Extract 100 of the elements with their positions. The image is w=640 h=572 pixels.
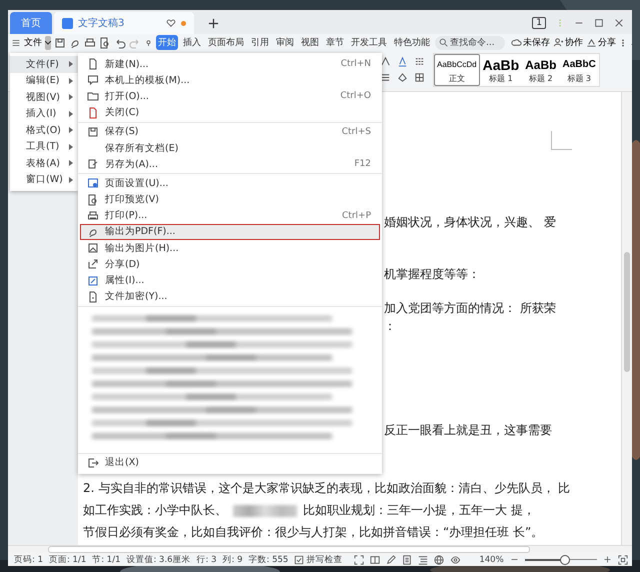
menu-item[interactable]: 属性(I)... (80, 272, 380, 289)
save-as-icon (87, 158, 99, 170)
scrollbar-thumb[interactable] (624, 252, 630, 372)
fit-window-icon[interactable] (618, 554, 628, 564)
plus-icon (208, 18, 219, 28)
tab[interactable]: 文字文稿3 (54, 12, 194, 34)
menu-item[interactable]: 页面设置(U)... (80, 175, 380, 192)
status-field: 页面: 1/1 (48, 554, 86, 566)
menu-item[interactable]: 工具(T) (10, 138, 78, 155)
maximize-icon[interactable] (594, 18, 604, 28)
font-color-icon[interactable] (397, 56, 408, 67)
line-spacing-icon[interactable] (414, 56, 425, 67)
properties-icon (87, 274, 99, 287)
style-preset[interactable]: AaBb 标题 1 (480, 54, 522, 86)
tab[interactable]: 首页 (10, 12, 52, 34)
ribbon-tab[interactable]: 引用 (249, 35, 271, 50)
menu-item[interactable]: 输出为图片(H)... (80, 240, 380, 256)
menu-item[interactable]: 新建(N)... Ctrl+N (80, 56, 380, 72)
document-icon (62, 18, 73, 28)
paragraph-line: 婚姻状况，身体状况，兴趣、 爱 (384, 214, 556, 231)
submenu-arrow-icon (69, 78, 73, 84)
speech-bubble-icon (87, 74, 99, 86)
pin-icon[interactable] (144, 38, 153, 48)
slider-thumb[interactable] (560, 554, 570, 564)
file-lock-icon (87, 290, 99, 303)
window-count-badge[interactable]: 1 (532, 17, 546, 29)
heart-icon[interactable] (166, 18, 176, 28)
save-icon[interactable] (54, 36, 66, 48)
printer-icon (87, 210, 99, 222)
close-icon[interactable] (614, 18, 624, 28)
ribbon-tab[interactable]: 审阅 (274, 35, 296, 50)
menu-item[interactable]: 关闭(C) (80, 104, 380, 121)
fullscreen-icon[interactable] (354, 554, 364, 564)
style-preset[interactable]: AaBb 标题 2 (522, 54, 560, 86)
style-preset[interactable]: AaBbC 标题 3 (559, 54, 599, 86)
search-icon (439, 38, 448, 47)
outline-icon[interactable] (418, 554, 428, 564)
paragraph-line: 2. 与实自非的常识错误，这个是大家常识缺乏的表现，比如政治面貌：清白、少先队员， 比 (83, 480, 570, 497)
menu-item[interactable]: 文件加密(Y)... (80, 288, 380, 305)
undo-icon[interactable] (114, 36, 126, 48)
menu-item[interactable]: 另存为(A)... F12 (80, 156, 380, 172)
menu-item[interactable]: 插入(I) (10, 106, 78, 122)
ribbon-tab[interactable]: 特色功能 (392, 35, 432, 50)
pen-icon[interactable] (386, 554, 396, 564)
submenu-arrow-icon (69, 176, 73, 183)
eye-icon[interactable] (450, 554, 462, 564)
ribbon-tab[interactable]: 视图 (299, 35, 321, 50)
status-field: 页码: 1 (14, 554, 43, 566)
menu-item[interactable]: 退出(X) (80, 454, 380, 471)
toolbar-button[interactable]: 未保存 (511, 36, 550, 49)
menu-item[interactable]: 打开(O)... Ctrl+O (80, 88, 380, 105)
menu-item[interactable]: 编辑(E) (10, 72, 78, 89)
submenu-arrow-icon (69, 110, 73, 117)
menu-item[interactable]: 分享(D) (80, 256, 380, 272)
menu-icon (11, 38, 21, 48)
toolbar-button[interactable]: 协作 (553, 36, 583, 49)
menu-item[interactable]: 保存(S) Ctrl+S (80, 124, 380, 140)
menu-item[interactable]: 输出为PDF(F)... (80, 224, 380, 240)
ribbon-tab[interactable]: 章节 (324, 35, 346, 50)
submenu-arrow-icon (69, 144, 73, 150)
status-field: 节: 1/1 (92, 554, 120, 566)
border-icon[interactable] (414, 72, 425, 83)
more-vertical-icon[interactable] (619, 36, 627, 48)
status-field: 字数: 555 (248, 554, 288, 566)
menu-item[interactable]: 表格(A) (10, 155, 78, 172)
page-view-icon[interactable] (402, 554, 412, 564)
file-menu-button[interactable]: 文件 (11, 36, 42, 49)
printer-icon[interactable] (84, 36, 96, 48)
list-icon[interactable] (380, 72, 391, 83)
print-preview-icon (87, 194, 99, 206)
menu-item[interactable]: 打印预览(V) (80, 192, 380, 208)
menu-item[interactable]: 视图(V) (10, 89, 78, 106)
status-field: 行: 3 (196, 554, 217, 566)
folder-icon (87, 90, 99, 102)
save-icon (87, 126, 99, 138)
ribbon-tab[interactable]: 插入 (181, 35, 203, 50)
document-icon (87, 58, 99, 70)
menu-item[interactable]: 打印(P)... Ctrl+P (80, 208, 380, 224)
menu-item[interactable]: 本机上的模板(M)... (80, 72, 380, 88)
scrollbar-thumb[interactable] (48, 546, 530, 553)
menu-item[interactable]: 格式(O) (10, 122, 78, 138)
ribbon-tab[interactable]: 开发工具 (349, 35, 389, 50)
style-preset[interactable]: AaBbCcDd 正文 (434, 54, 480, 86)
toolbar-button[interactable]: 分享 (586, 36, 616, 49)
print-preview-icon[interactable] (99, 36, 111, 48)
ribbon-tab[interactable]: 开始 (156, 35, 178, 50)
shading-icon[interactable] (397, 72, 408, 83)
cloud-icon (511, 37, 522, 48)
submenu-arrow-icon (69, 127, 73, 134)
dropdown-caret-icon[interactable] (45, 36, 51, 50)
paragraph-line: 机掌握程度等等： (384, 266, 480, 283)
menu-item[interactable]: 窗口(W) (10, 172, 78, 188)
spell-check-toggle[interactable]: 拼写检查 (294, 554, 342, 566)
ribbon-tab[interactable]: 页面布局 (206, 35, 246, 50)
book-icon[interactable] (370, 554, 380, 564)
menu-item[interactable]: 文件(F) (10, 56, 78, 72)
zoom-level-dropdown[interactable]: 140% (479, 554, 504, 564)
menu-item[interactable]: 保存所有文档(E) (80, 140, 380, 156)
zoom-in-icon[interactable] (602, 555, 612, 564)
globe-icon[interactable] (434, 554, 444, 564)
